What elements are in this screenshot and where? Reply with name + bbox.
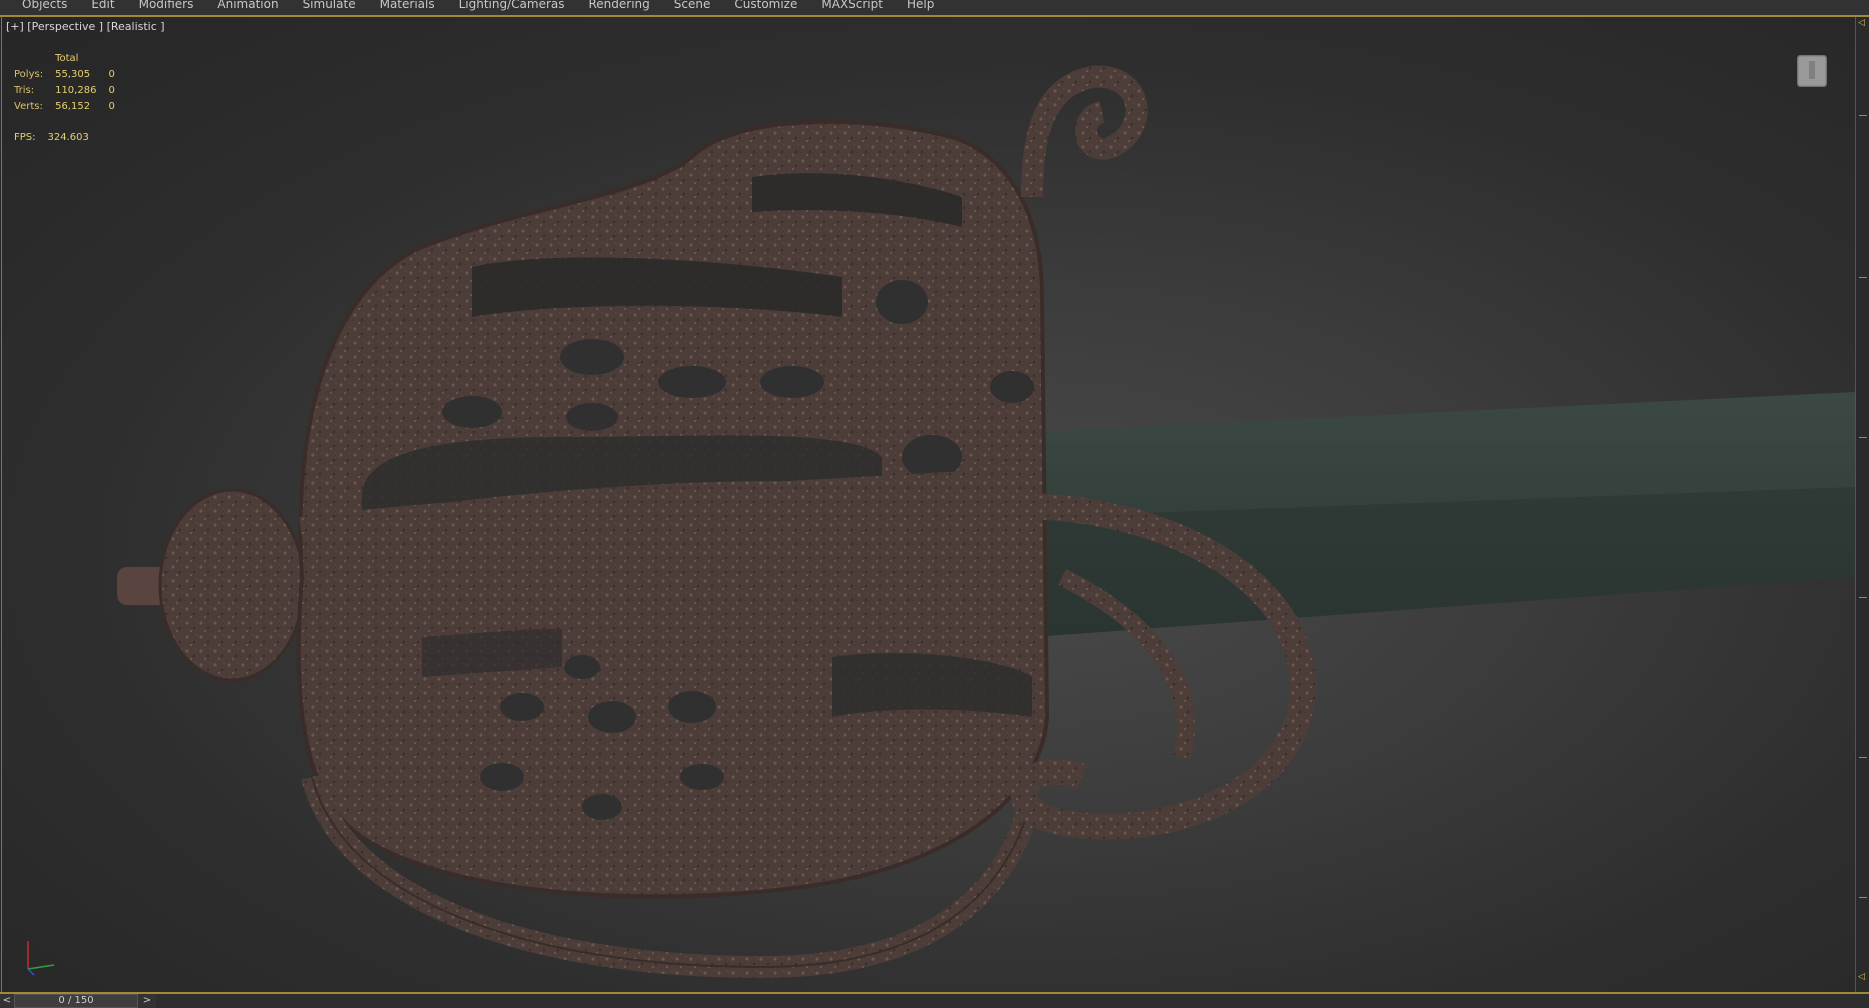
menu-lighting-cameras[interactable]: Lighting/Cameras: [447, 0, 577, 10]
timeline-bar: < 0 / 150 >: [0, 994, 1869, 1008]
timeline-track[interactable]: [156, 994, 1869, 1008]
menu-edit[interactable]: Edit: [79, 0, 126, 10]
next-frame-button[interactable]: >: [140, 994, 154, 1008]
perspective-viewport[interactable]: [+] [Perspective ] [Realistic ] Total Po…: [1, 17, 1856, 992]
menu-simulate[interactable]: Simulate: [291, 0, 368, 10]
axis-tripod-icon: [27, 941, 55, 976]
stats-total: 56,152: [55, 101, 91, 112]
stats-label: Polys:: [14, 69, 44, 80]
menu-objects[interactable]: Objects: [10, 0, 79, 10]
stats-row-tris: Tris: 110,286 0: [14, 83, 127, 99]
stats-row-verts: Verts: 56,152 0: [14, 99, 127, 115]
stats-label: Verts:: [14, 101, 43, 112]
time-slider[interactable]: 0 / 150: [14, 994, 138, 1008]
stats-selected: 0: [108, 101, 115, 112]
stats-header: Total: [55, 53, 79, 64]
previous-frame-button[interactable]: <: [0, 994, 14, 1008]
stats-total: 110,286: [55, 85, 97, 96]
fps-value: 324.603: [47, 132, 89, 143]
sword-model: [117, 65, 1855, 979]
menu-modifiers[interactable]: Modifiers: [127, 0, 206, 10]
menu-customize[interactable]: Customize: [722, 0, 809, 10]
fps-label: FPS:: [14, 132, 36, 143]
menu-rendering[interactable]: Rendering: [577, 0, 662, 10]
stats-selected: 0: [108, 85, 115, 96]
menu-help[interactable]: Help: [895, 0, 946, 10]
collapse-arrow-icon[interactable]: ◁: [1858, 18, 1865, 28]
menu-materials[interactable]: Materials: [368, 0, 447, 10]
stats-row-polys: Polys: 55,305 0: [14, 67, 127, 83]
menu-maxscript[interactable]: MAXScript: [809, 0, 895, 10]
menu-bar: Objects Edit Modifiers Animation Simulat…: [0, 0, 1869, 15]
fps-readout: FPS: 324.603: [14, 132, 101, 143]
viewcube-icon[interactable]: [1797, 55, 1827, 87]
stats-selected: 0: [108, 69, 115, 80]
expand-arrow-icon[interactable]: ◁: [1858, 972, 1865, 982]
menu-scene[interactable]: Scene: [662, 0, 723, 10]
stats-label: Tris:: [14, 85, 35, 96]
viewport-label[interactable]: [+] [Perspective ] [Realistic ]: [6, 21, 165, 33]
viewport-right-strip: ◁ ◁: [1855, 17, 1869, 992]
stats-total: 55,305: [55, 69, 91, 80]
menu-animation[interactable]: Animation: [205, 0, 290, 10]
statistics-overlay: Total Polys: 55,305 0 Tris: 110,286 0 Ve…: [14, 51, 127, 115]
